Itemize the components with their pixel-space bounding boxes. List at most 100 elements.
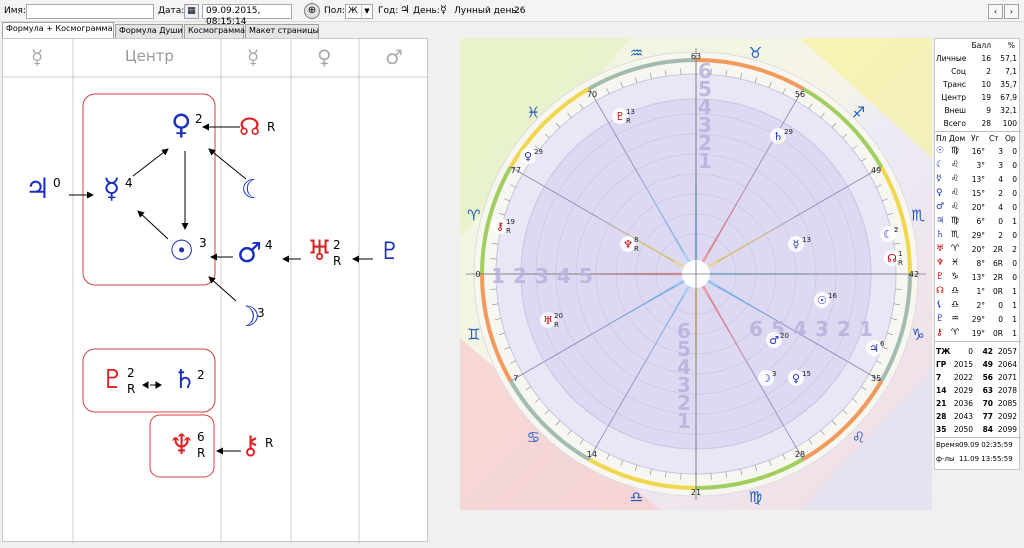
tab-bar: Формула + Космограмма Формула Души Космо… [0, 22, 1024, 38]
venus-icon: ♀ [171, 108, 192, 141]
zodiac-sign-icon: ♓ [527, 103, 540, 121]
uranus-icon: ♅ [307, 234, 333, 267]
zodiac-sign-icon: ♏ [911, 206, 925, 224]
sign-icon: ♎ [951, 300, 960, 310]
tab-soul-formula[interactable]: Формула Души [115, 24, 183, 38]
planet-degree: 16 [828, 292, 837, 300]
fly-row: ф-лы 11.09 13:55:59 [936, 455, 1013, 463]
planet-icon: ♀ [792, 372, 800, 385]
planet-degree: 8 [634, 236, 638, 244]
year-row: 28 2043 77 2092 [936, 412, 1017, 421]
zodiac-sign-icon: ♍ [749, 488, 762, 506]
planet-row[interactable]: ♂ ♌ 20° 4 0 [935, 201, 1021, 214]
date-label: Дата: [158, 6, 185, 16]
score-row: Внеш 9 32,1 [944, 106, 1017, 115]
score-row: Центр 19 67,9 [941, 93, 1017, 102]
planet-icon: ♀ [524, 150, 532, 163]
planet-degree: 13 [802, 236, 811, 244]
house-number: 1 [491, 264, 505, 288]
zodiac-sign-icon: ♉ [749, 44, 762, 62]
stats-panel: Балл % Личные 16 57,1 Соц 2 7,1 Транс 10 35,7 Цен… [934, 38, 1021, 470]
sign-icon: ♌ [951, 174, 960, 184]
retrograde-mark: R [554, 321, 559, 329]
cosmogram: 63 56 49 42 35 28 21 14 7 0 77 70 ♉ ♐ ♏ ♑ ♌ ♍ ♎ ♋ ♊ ♈ ♓ ♒ 1 2 3 4 5 1… [460, 38, 932, 510]
header-mercury-icon: ☿ [31, 45, 44, 69]
header-venus-icon: ♀ [317, 45, 332, 69]
planet-icon: ♂ [769, 334, 779, 347]
zodiac-sign-icon: ♎ [630, 488, 643, 506]
planet-row[interactable]: ♇ ♒ 29° 0 1 [935, 313, 1021, 326]
jupiter-icon: ♃ [400, 3, 410, 16]
next-button[interactable]: › [1004, 4, 1019, 19]
planet-row[interactable]: ☾ ♌ 3° 3 0 [935, 159, 1021, 172]
name-label: Имя: [4, 6, 26, 16]
retrograde-mark: R [898, 259, 903, 267]
year-row: 14 2029 63 2078 [936, 386, 1017, 395]
time-row: Время 09.09 02:35:59 [936, 441, 1013, 449]
planet-icon: ♆ [936, 258, 945, 268]
degree-label: 21 [691, 488, 701, 497]
house-number: 4 [557, 264, 571, 288]
planet-row[interactable]: ☊ ♎ 1° 0R 1 [935, 285, 1021, 298]
tab-cosmogram[interactable]: Космограмма [184, 24, 245, 38]
house-number: 2 [837, 317, 851, 341]
chiron-icon: ⚷ [241, 431, 261, 461]
globe-icon[interactable]: ⊕ [304, 3, 320, 19]
mercury-icon: ☿ [440, 3, 447, 16]
tab-page-layout[interactable]: Макет страницы [245, 24, 319, 38]
toolbar: Имя: Дата: ▦ 09.09.2015, 08:15:14 ⊕ Пол:… [0, 0, 1024, 27]
planet-icon: ♂ [936, 202, 945, 212]
planet-icon: ☽ [761, 372, 771, 385]
planet-row[interactable]: ⚷ ♈ 19° 0R 1 [935, 327, 1021, 340]
mars-icon: ♂ [237, 236, 263, 269]
planet-icon: ♅ [936, 244, 945, 254]
lilith-icon: ☾ [241, 175, 265, 205]
score-row: Личные 16 57,1 [936, 54, 1017, 63]
planet-row[interactable]: ♅ ♈ 20° 2R 2 [935, 243, 1021, 256]
house-number: 5 [579, 264, 593, 288]
neptune-icon: ♆ [169, 428, 195, 461]
planet-row[interactable]: ♀ ♌ 15° 2 0 [935, 187, 1021, 200]
zodiac-sign-icon: ♊ [467, 326, 480, 344]
zodiac-sign-icon: ♑ [911, 326, 924, 344]
zodiac-sign-icon: ♋ [527, 429, 540, 447]
sign-icon: ♌ [951, 202, 960, 212]
house-number: 6 [698, 59, 712, 83]
planet-row[interactable]: ☉ ♍ 16° 3 0 [935, 145, 1021, 158]
planet-row[interactable]: ♆ ♓ 8° 6R 0 [935, 257, 1021, 270]
planet-row[interactable]: ♄ ♏ 29° 2 0 [935, 229, 1021, 242]
planet-icon: ⚷ [936, 328, 943, 338]
planet-row[interactable]: ⚸ ♎ 2° 0 1 [935, 299, 1021, 312]
degree-label: 70 [587, 90, 597, 99]
date-input[interactable]: 09.09.2015, 08:15:14 [202, 4, 292, 27]
sign-icon: ♈ [951, 328, 960, 338]
zodiac-sign-icon: ♐ [852, 103, 865, 121]
sign-icon: ♒ [951, 314, 960, 324]
year-label: Год: [378, 6, 399, 16]
chevron-down-icon[interactable]: ▼ [361, 5, 372, 18]
planet-row[interactable]: ♇ ♑ 13° 2R 0 [935, 271, 1021, 284]
sign-icon: ♓ [951, 258, 960, 268]
tab-formula-cosmogram[interactable]: Формула + Космограмма [2, 22, 114, 38]
planet-icon: ☊ [887, 252, 897, 265]
name-input[interactable] [26, 4, 154, 19]
sign-icon: ♍ [951, 216, 960, 226]
planet-icon: ♆ [623, 238, 633, 251]
planet-icon: ☾ [936, 160, 945, 170]
calendar-icon[interactable]: ▦ [184, 4, 199, 19]
planet-row[interactable]: ♃ ♍ 6° 0 1 [935, 215, 1021, 228]
cosmogram-wheel: 6356494235282114707770♉♐♏♑♌♍♎♋♊♈♓♒1 2 3 4 51… [460, 38, 932, 510]
planet-row[interactable]: ☿ ♌ 13° 4 0 [935, 173, 1021, 186]
planet-degree: 20 [554, 312, 563, 320]
scores-header: Балл % [971, 41, 1015, 50]
planet-icon: ♇ [936, 314, 945, 324]
prev-button[interactable]: ‹ [988, 4, 1003, 19]
gender-select[interactable]: Ж ▼ [345, 4, 373, 19]
planet-degree: 29 [784, 128, 793, 136]
planet-icon: ♇ [936, 272, 945, 282]
planet-icon: ♀ [936, 188, 943, 198]
planet-degree: 2 [894, 226, 898, 234]
sun-icon: ☉ [169, 234, 195, 267]
sign-icon: ♏ [951, 230, 960, 240]
planet-icon: ♃ [936, 216, 945, 226]
